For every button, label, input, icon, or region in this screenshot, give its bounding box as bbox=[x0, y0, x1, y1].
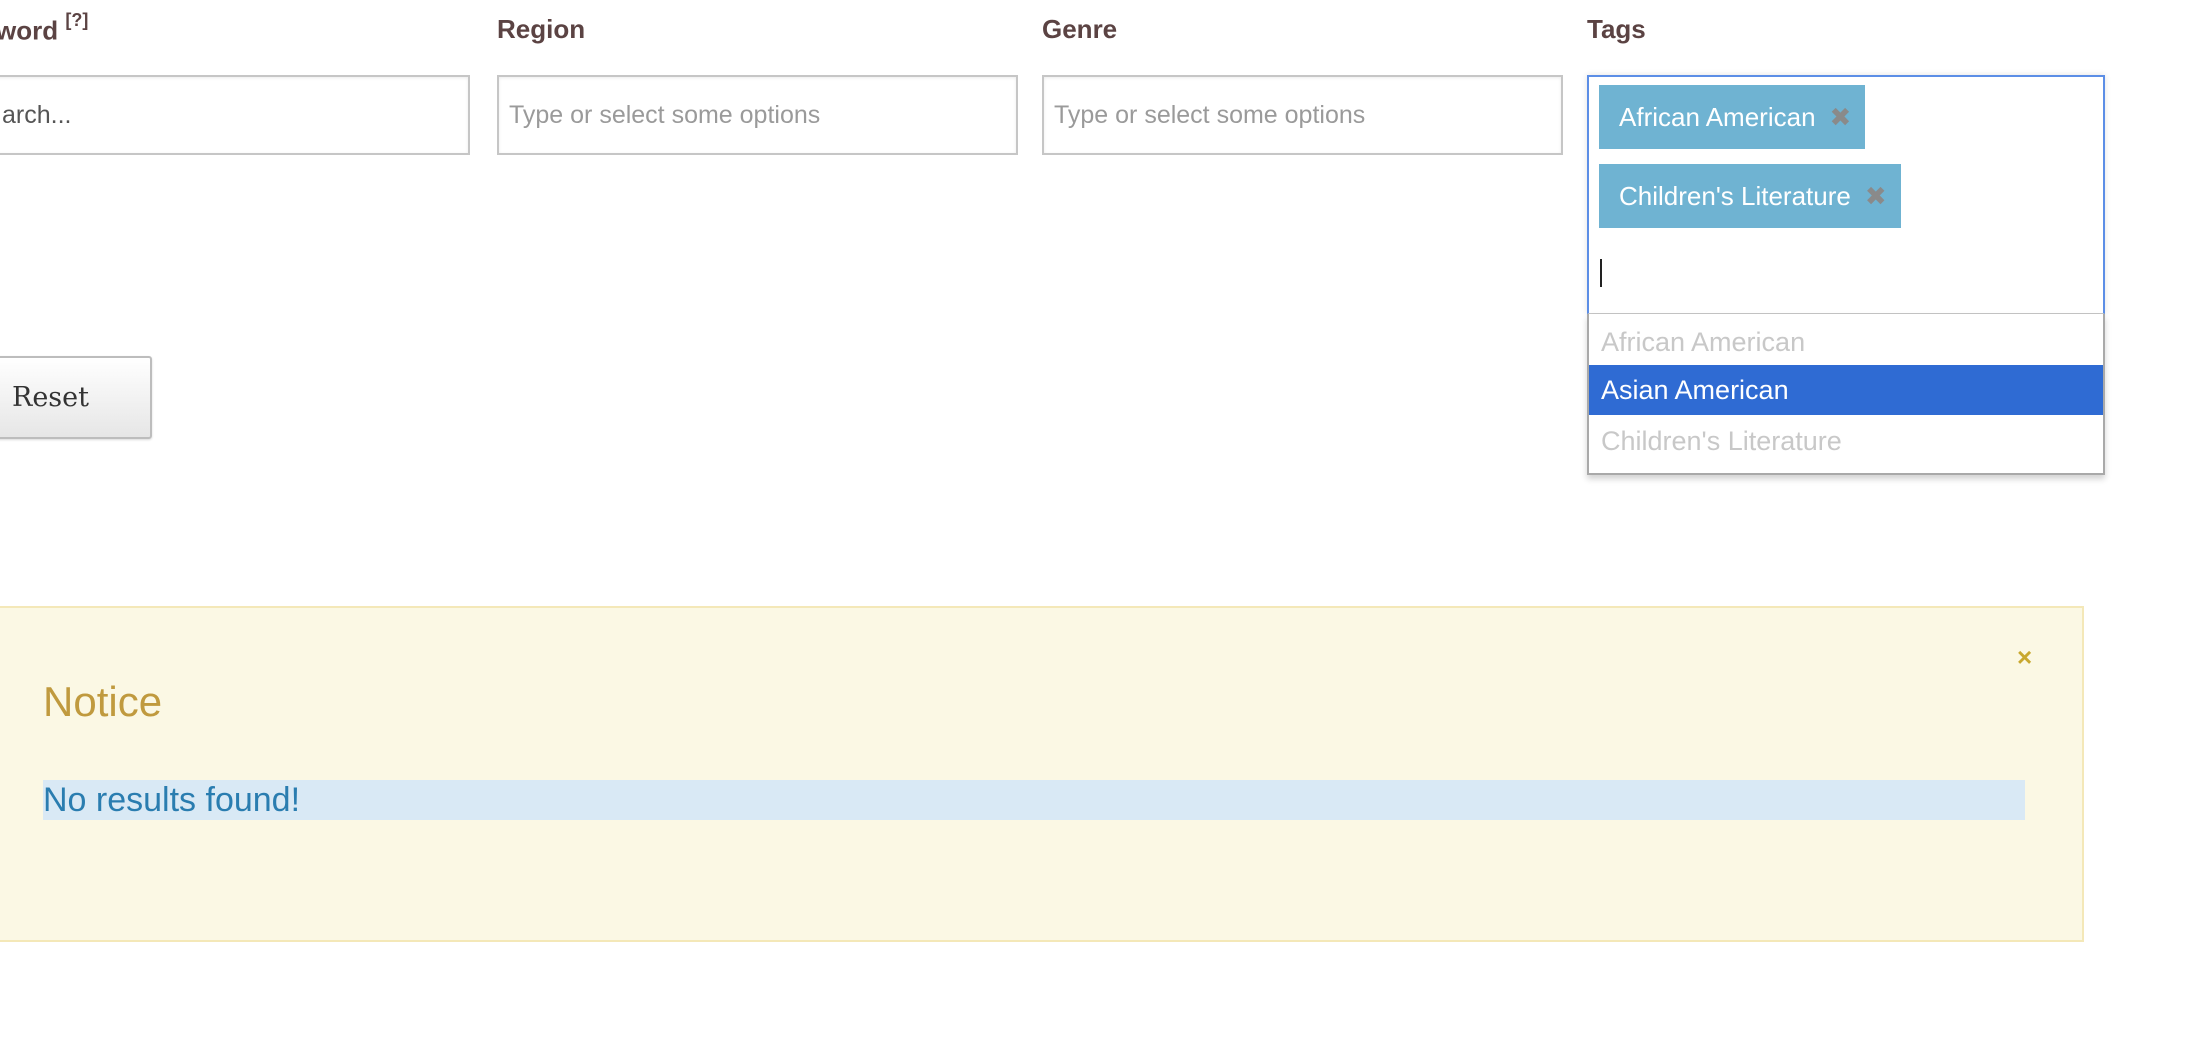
remove-tag-icon[interactable]: ✖ bbox=[1865, 181, 1887, 212]
no-results-message: No results found! bbox=[43, 780, 2025, 820]
genre-select-input[interactable]: Type or select some options bbox=[1042, 75, 1563, 155]
search-filters-page: word [?] arch... Region Type or select s… bbox=[0, 0, 2208, 1046]
tag-chip-label: Children's Literature bbox=[1619, 180, 1851, 211]
keyword-help-link[interactable]: [?] bbox=[65, 10, 88, 30]
remove-tag-icon[interactable]: ✖ bbox=[1830, 102, 1852, 133]
notice-panel: Notice × No results found! bbox=[0, 606, 2084, 942]
close-icon[interactable]: × bbox=[2017, 642, 2032, 673]
tags-multiselect[interactable]: African American ✖ Children's Literature… bbox=[1587, 75, 2105, 314]
tag-option-asian-american[interactable]: Asian American bbox=[1589, 365, 2103, 415]
tag-chip-african-american: African American ✖ bbox=[1599, 85, 1866, 149]
region-select-input[interactable]: Type or select some options bbox=[497, 75, 1018, 155]
reset-button[interactable]: Reset bbox=[0, 356, 152, 439]
keyword-input[interactable]: arch... bbox=[0, 75, 470, 155]
tags-dropdown: African American Asian American Children… bbox=[1587, 314, 2105, 475]
region-label: Region bbox=[497, 14, 586, 44]
genre-placeholder: Type or select some options bbox=[1054, 100, 1366, 129]
tag-chip-childrens-literature: Children's Literature ✖ bbox=[1599, 164, 1901, 228]
keyword-label-text: word bbox=[0, 15, 59, 46]
tag-option-african-american: African American bbox=[1601, 326, 1806, 357]
tags-label: Tags bbox=[1587, 14, 1646, 44]
tag-option-childrens-literature: Children's Literature bbox=[1601, 425, 1842, 456]
keyword-label: word [?] bbox=[0, 10, 88, 47]
text-caret bbox=[1600, 259, 1602, 287]
notice-title: Notice bbox=[43, 678, 163, 725]
genre-label: Genre bbox=[1042, 14, 1118, 44]
region-placeholder: Type or select some options bbox=[509, 100, 821, 129]
keyword-input-value: arch... bbox=[2, 100, 72, 129]
tag-chip-label: African American bbox=[1619, 101, 1816, 132]
